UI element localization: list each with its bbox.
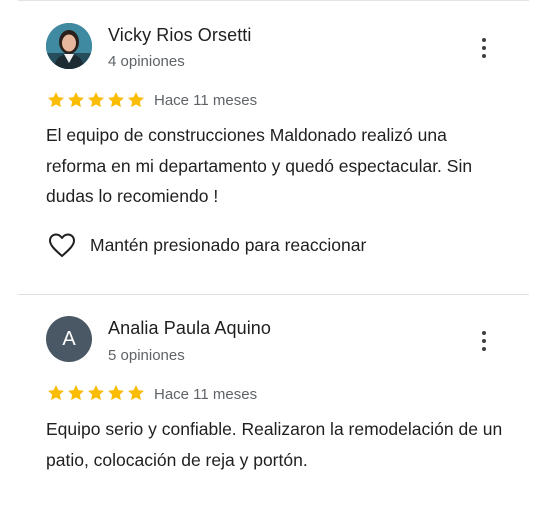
user-photo-icon (46, 23, 92, 69)
star-rating (46, 90, 146, 110)
heart-outline-icon (49, 233, 75, 257)
more-vert-icon[interactable] (476, 36, 492, 60)
review-card: Vicky Rios Orsetti 4 opiniones Hace 11 m… (0, 0, 539, 290)
star-icon (48, 92, 64, 108)
review-count: 4 opiniones (108, 53, 185, 70)
react-button[interactable]: Mantén presionado para reaccionar (48, 232, 366, 258)
review-time: Hace 11 meses (154, 92, 258, 109)
avatar-letter: A (62, 327, 76, 350)
more-vert-icon[interactable] (476, 329, 492, 353)
review-card: A Analia Paula Aquino 5 opiniones Hace 1… (0, 296, 539, 524)
reviewer-avatar[interactable] (46, 23, 92, 69)
star-icon (128, 92, 144, 108)
review-time: Hace 11 meses (154, 386, 258, 403)
star-rating (46, 383, 146, 403)
star-icon (88, 92, 104, 108)
review-text: El equipo de construcciones Maldonado re… (46, 125, 473, 206)
star-icon (108, 385, 124, 401)
review-divider (18, 294, 529, 295)
reviewer-name[interactable]: Vicky Rios Orsetti (108, 25, 252, 46)
review-count: 5 opiniones (108, 347, 185, 364)
star-icon (68, 92, 84, 108)
reviewer-name[interactable]: Analia Paula Aquino (108, 318, 271, 339)
review-text: Equipo serio y confiable. Realizaron la … (46, 419, 503, 470)
star-icon (108, 92, 124, 108)
star-icon (48, 385, 64, 401)
react-label: Mantén presionado para reaccionar (90, 234, 367, 255)
reviewer-avatar[interactable]: A (46, 316, 92, 362)
star-icon (128, 385, 144, 401)
star-icon (68, 385, 84, 401)
star-icon (88, 385, 104, 401)
